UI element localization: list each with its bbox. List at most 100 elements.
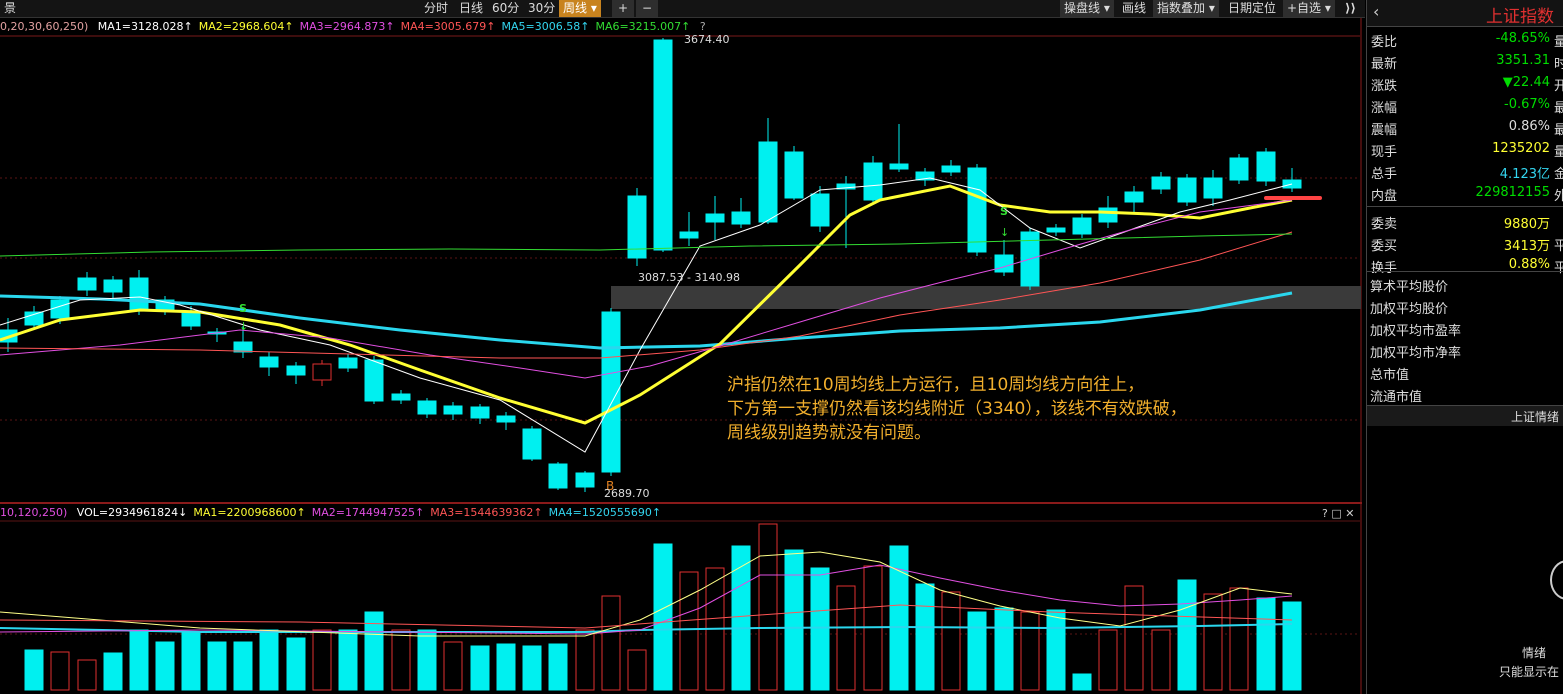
quote-extra: 平 [1554,261,1563,276]
quote-extra: 量 [1554,35,1563,50]
volume-bar [522,645,542,691]
legend-item: MA2=1744947525↑ [311,506,425,519]
candle-body [994,254,1014,273]
annotation-line-1: 沪指仍然在10周均线上方运行，且10周均线方向往上， [727,375,1145,395]
volume-bar [836,585,856,691]
candle-body [1203,177,1223,199]
quote-panel: ‹ 上证指数 委比 -48.65% 量最新 3351.31 时涨跌 ▼22.44 开涨幅 -0… [1366,0,1563,694]
candle-body [1046,227,1066,233]
volume-bar [155,641,175,691]
metric-link[interactable]: 算术平均股价 [1370,276,1448,295]
kline-chart[interactable]: SS↓↓B [0,0,1365,694]
candle-body [1256,151,1276,182]
volume-bar [312,629,332,691]
quote-extra: 时 [1554,57,1563,72]
volume-bar [1282,601,1302,691]
sentiment-title: 上证情绪 [1511,410,1560,424]
back-icon[interactable]: ‹ [1373,2,1379,21]
quote-value: 4.123亿 [1499,167,1550,182]
volume-bar [1098,629,1118,691]
signal-s-icon: S [1000,205,1008,218]
candle-body [941,165,961,173]
volume-bar [1229,587,1249,691]
annotation-line-2: 下方第一支撑仍然看该均线附近（3340），该线不有效跌破， [727,399,1187,419]
volume-bar [915,583,935,691]
quote-value: 1235202 [1492,141,1550,156]
metric-link[interactable]: 加权平均市净率 [1370,342,1461,361]
signal-s-icon: S [239,302,247,315]
support-band [611,286,1361,309]
volume-bar [731,545,751,691]
volume-bar [1020,611,1040,691]
volume-bar [548,643,568,691]
quote-row: 现手 1235202 量 [1367,138,1563,160]
candle-body [443,405,463,415]
sentiment-header: 上证情绪 [1367,406,1563,426]
pane-controls[interactable]: ? □ ✕ [1322,506,1354,522]
quote-key: 现手 [1371,145,1398,160]
candle-body [705,213,725,223]
volume-bar [50,651,70,691]
sentiment-footer-label: 情绪 [1522,646,1547,660]
index-name: 上证指数 [1486,7,1554,27]
metric-link[interactable]: 流通市值 [1370,386,1422,405]
quote-value: 9880万 [1503,217,1550,232]
candle-body [784,151,804,199]
candle-body [1072,217,1092,235]
quote-extra: 外 [1554,189,1563,204]
volume-bar [286,637,306,691]
candle-body [889,163,909,170]
quote-value: -48.65% [1495,31,1550,46]
quote-value: 3351.31 [1496,53,1550,68]
quote-header: ‹ 上证指数 [1367,0,1563,27]
candle-body [50,299,70,319]
volume-bar [758,523,778,691]
volume-bar [129,629,149,691]
metric-link[interactable]: 总市值 [1370,364,1409,383]
volume-bar [994,607,1014,691]
legend-item: MA1=2200968600↑ [193,506,306,519]
quote-key: 委比 [1371,35,1398,50]
candle-body [1177,177,1197,203]
volume-bar [1072,673,1092,691]
volume-bar [1046,609,1066,691]
candle-body [967,167,987,253]
quote-key: 总手 [1371,167,1398,182]
quote-row: 委卖 9880万 [1367,210,1563,232]
candle-body [391,393,411,401]
quote-extra: 最 [1554,123,1563,138]
volume-bar [207,641,227,691]
quote-extra: 开 [1554,79,1563,94]
volume-bar [653,543,673,691]
quote-row: 换手 0.88% 平 [1367,254,1563,276]
candle-body [522,428,542,460]
candle-body [364,359,384,402]
quote-key: 最新 [1371,57,1398,72]
candle-body [77,277,97,291]
candle-body [417,400,437,415]
volume-bar [1203,593,1223,691]
metric-link[interactable]: 加权平均市盈率 [1370,320,1461,339]
candle-body [653,39,673,251]
candle-body [470,406,490,419]
quote-key: 内盘 [1371,189,1398,204]
sentiment-footer-note: 只能显示在 [1499,665,1560,679]
candle-body [103,279,123,293]
quote-extra: 金 [1554,167,1563,182]
volume-legend: 10,120,250) VOL=2934961824↓ MA1=220096860… [0,505,1354,521]
quote-extra: 最 [1554,101,1563,116]
metric-link[interactable]: 加权平均股价 [1370,298,1448,317]
candle-body [1124,191,1144,203]
candle-body [286,365,306,376]
legend-item: MA4=1520555690↑ [548,506,662,519]
chart-annotation: 沪指仍然在10周均线上方运行，且10周均线方向往上， 下方第一支撑仍然看该均线附… [727,373,1187,445]
volume-bar [77,659,97,691]
quote-value: ▼22.44 [1502,75,1550,90]
quote-value: -0.67% [1504,97,1550,112]
volume-bar [338,629,358,691]
quote-key: 涨跌 [1371,79,1398,94]
quote-value: 229812155 [1475,185,1550,200]
volume-bar [679,571,699,691]
quote-value: 3413万 [1503,239,1550,254]
volume-bar [1256,597,1276,691]
